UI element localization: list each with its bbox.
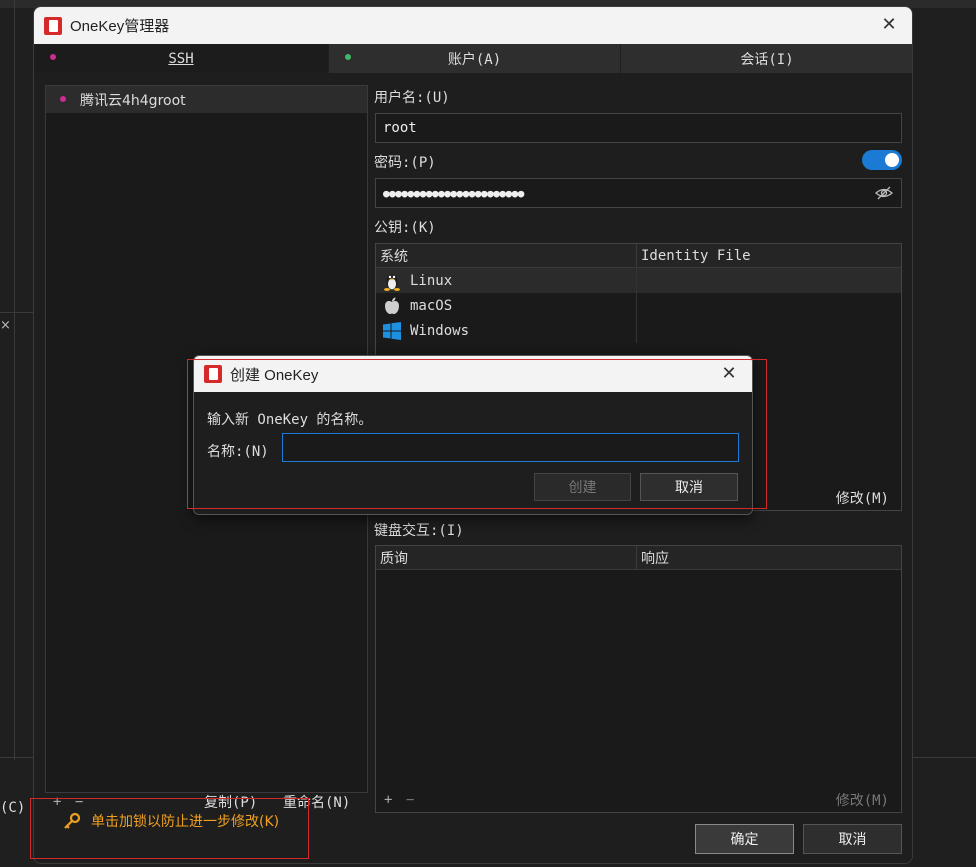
dialog-title: 创建 OneKey [230, 366, 319, 384]
os-cell: Linux [376, 268, 637, 293]
linux-icon [382, 271, 402, 291]
list-item-dot [60, 96, 66, 102]
kbd-grid-footer: + − 修改(M) [376, 788, 901, 812]
dialog-body: 输入新 OneKey 的名称。 名称:(N) 创建 取消 [194, 392, 752, 514]
copy-button[interactable]: 复制(P) [204, 792, 257, 812]
tab-sessions[interactable]: 会话(I) [621, 44, 912, 73]
tab-ssh[interactable]: SSH [34, 44, 329, 73]
background-close-icon[interactable]: × [0, 318, 11, 333]
identity-file-cell[interactable] [637, 293, 901, 318]
background-divider [14, 0, 15, 760]
table-row[interactable]: macOS [376, 293, 901, 318]
grid-header: 系统 Identity File [376, 244, 901, 268]
windows-icon [382, 321, 402, 341]
add-item-button[interactable]: + [53, 794, 67, 810]
keyboard-interactive-label: 键盘交互:(I) [374, 523, 464, 539]
identity-file-cell[interactable] [637, 318, 901, 343]
app-icon [204, 365, 222, 383]
ok-button[interactable]: 确定 [695, 824, 794, 854]
pubkey-label: 公钥:(K) [374, 220, 436, 236]
tab-accounts[interactable]: 账户(A) [329, 44, 621, 73]
dialog-close-button[interactable]: ✕ [718, 363, 740, 385]
column-header-os[interactable]: 系统 [376, 244, 637, 267]
password-value: ●●●●●●●●●●●●●●●●●●●●●●● [383, 186, 524, 200]
create-button[interactable]: 创建 [534, 473, 631, 501]
table-row[interactable]: Linux [376, 268, 901, 293]
identity-file-cell[interactable] [637, 268, 901, 293]
password-field[interactable]: ●●●●●●●●●●●●●●●●●●●●●●● [375, 178, 902, 208]
username-label: 用户名:(U) [374, 90, 450, 106]
password-label: 密码:(P) [374, 155, 436, 171]
list-item-label: 腾讯云4h4groot [80, 92, 186, 109]
background-menu-hint: (C) [0, 800, 26, 816]
window-close-button[interactable]: ✕ [878, 14, 900, 36]
tab-bar: SSH 账户(A) 会话(I) [34, 44, 912, 73]
lock-hint[interactable]: 单击加锁以防止进一步修改(K) [63, 811, 279, 831]
os-name: Linux [410, 272, 453, 289]
column-header-challenge[interactable]: 质询 [376, 546, 637, 569]
apple-icon [382, 296, 402, 316]
dialog-cancel-button[interactable]: 取消 [640, 473, 738, 501]
kbd-modify-button[interactable]: 修改(M) [836, 790, 889, 810]
password-toggle[interactable] [862, 150, 902, 170]
table-row[interactable]: Windows [376, 318, 901, 343]
username-field[interactable]: root [375, 113, 902, 143]
tab-status-dot [345, 54, 351, 60]
app-icon [44, 16, 62, 35]
name-input[interactable] [282, 433, 739, 462]
column-header-response[interactable]: 响应 [637, 546, 669, 569]
os-cell: macOS [376, 293, 637, 318]
grid-header: 质询 响应 [376, 546, 901, 570]
pubkey-modify-button[interactable]: 修改(M) [836, 488, 889, 508]
kbd-add-button[interactable]: + [384, 792, 406, 808]
rename-button[interactable]: 重命名(N) [283, 792, 350, 812]
tab-label: 会话(I) [740, 51, 794, 68]
dialog-prompt: 输入新 OneKey 的名称。 [207, 412, 373, 428]
os-name: macOS [410, 297, 453, 314]
list-item[interactable]: 腾讯云4h4groot [46, 86, 367, 113]
keyboard-interactive-grid[interactable]: 质询 响应 + − 修改(M) [375, 545, 902, 813]
username-value: root [383, 120, 417, 136]
remove-item-button[interactable]: − [75, 794, 89, 810]
hide-password-icon[interactable] [875, 185, 893, 201]
tab-label: 账户(A) [447, 51, 502, 68]
dialog-titlebar: 创建 OneKey ✕ [194, 356, 752, 392]
name-label: 名称:(N) [207, 444, 269, 460]
lock-hint-text: 单击加锁以防止进一步修改(K) [91, 814, 280, 830]
tab-label: SSH [168, 50, 194, 67]
kbd-remove-button[interactable]: − [406, 792, 420, 808]
os-cell: Windows [376, 318, 637, 343]
cancel-button[interactable]: 取消 [803, 824, 902, 854]
window-titlebar: OneKey管理器 ✕ [34, 7, 912, 44]
os-name: Windows [410, 322, 470, 339]
tab-status-dot [50, 54, 56, 60]
key-icon [64, 812, 81, 829]
window-title: OneKey管理器 [70, 18, 170, 35]
create-onekey-dialog: 创建 OneKey ✕ 输入新 OneKey 的名称。 名称:(N) 创建 取消 [193, 355, 753, 515]
background-divider [0, 312, 34, 313]
column-header-identity-file[interactable]: Identity File [637, 244, 751, 267]
